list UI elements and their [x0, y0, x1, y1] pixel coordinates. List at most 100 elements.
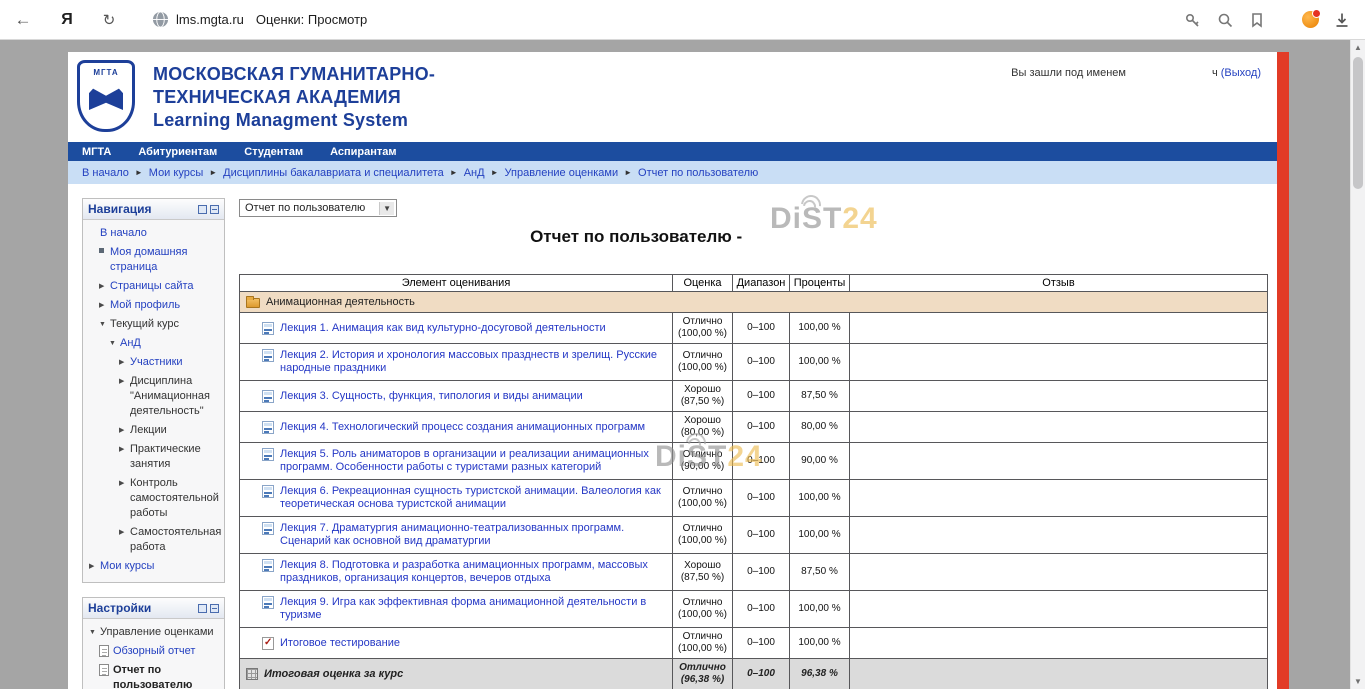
sidebar-link[interactable]: Страницы сайта: [110, 279, 194, 294]
download-icon[interactable]: [1333, 11, 1351, 29]
chevron-down-icon[interactable]: [99, 317, 110, 332]
navbar-item-abiturientam[interactable]: Абитуриентам: [138, 146, 217, 158]
sidebar-item-practical[interactable]: Практические занятия: [86, 440, 221, 474]
browser-chrome: ← Я ↻ lms.mgta.ru Оценки: Просмотр: [0, 0, 1365, 40]
sidebar-link[interactable]: Мой профиль: [110, 298, 180, 313]
scroll-down-icon[interactable]: ▼: [1351, 674, 1365, 689]
range-cell: 0–100: [733, 591, 790, 628]
grade-item-link[interactable]: Итоговое тестирование: [280, 637, 400, 650]
logout-link[interactable]: (Выход): [1221, 67, 1261, 79]
breadcrumb-grade-admin[interactable]: Управление оценками: [505, 167, 619, 179]
sidebar-link[interactable]: АнД: [120, 336, 141, 351]
lesson-icon: [262, 349, 274, 362]
sidebar-item-current-course[interactable]: Текущий курс: [86, 315, 221, 334]
report-icon: [99, 664, 109, 676]
chevron-right-icon[interactable]: [119, 374, 130, 389]
scrollbar-thumb[interactable]: [1353, 57, 1363, 189]
percent-cell: 100,00 %: [790, 480, 850, 517]
chevron-right-icon[interactable]: [99, 298, 110, 313]
navbar-item-mgta[interactable]: МГТА: [82, 146, 111, 158]
sidebar-link[interactable]: Моя домашняя страница: [110, 245, 221, 275]
navbar-item-aspirantam[interactable]: Аспирантам: [330, 146, 396, 158]
grade-item-link[interactable]: Лекция 7. Драматургия анимационно-театра…: [280, 522, 668, 548]
sidebar-link[interactable]: Участники: [130, 355, 183, 370]
chevron-right-icon[interactable]: [119, 355, 130, 370]
sidebar-text: Лекции: [130, 423, 167, 438]
chevron-right-icon[interactable]: [119, 525, 130, 540]
breadcrumb-home[interactable]: В начало: [82, 167, 129, 179]
grade-item-link[interactable]: Лекция 5. Роль аниматоров в организации …: [280, 448, 668, 474]
yandex-browser-icon[interactable]: Я: [52, 11, 82, 29]
address-page-title[interactable]: Оценки: Просмотр: [256, 12, 367, 27]
lesson-icon: [262, 485, 274, 498]
breadcrumb-disciplines[interactable]: Дисциплины бакалавриата и специалитета: [223, 167, 444, 179]
sidebar-link[interactable]: Мои курсы: [100, 559, 154, 574]
window-scrollbar[interactable]: ▲ ▼: [1350, 40, 1365, 689]
navigation-block: Навигация В начало Моя домашняя страница…: [82, 198, 225, 583]
breadcrumb-separator-icon: ►: [450, 168, 458, 177]
report-type-select[interactable]: Отчет по пользователю ▼: [239, 199, 397, 217]
chevron-down-icon[interactable]: [89, 625, 100, 640]
grade-item-link[interactable]: Лекция 1. Анимация как вид культурно-дос…: [280, 322, 606, 335]
sidebar-item-lectures[interactable]: Лекции: [86, 421, 221, 440]
percent-cell: 100,00 %: [790, 517, 850, 554]
sidebar-item-participants[interactable]: Участники: [86, 353, 221, 372]
sidebar-item-selfwork[interactable]: Самостоятельная работа: [86, 523, 221, 557]
sidebar-link[interactable]: В начало: [100, 226, 147, 241]
grade-item-link[interactable]: Лекция 4. Технологический процесс создан…: [280, 421, 645, 434]
sidebar-item-and-course[interactable]: АнД: [86, 334, 221, 353]
dock-block-icon[interactable]: [198, 205, 207, 214]
grade-row: Лекция 7. Драматургия анимационно-театра…: [240, 517, 1268, 554]
sidebar-text: Контроль самостоятельной работы: [130, 476, 221, 521]
grade-item-link[interactable]: Лекция 6. Рекреационная сущность туристс…: [280, 485, 668, 511]
chevron-right-icon[interactable]: [119, 442, 130, 457]
sidebar-item-my-courses[interactable]: Мои курсы: [86, 557, 221, 576]
breadcrumb-course[interactable]: АнД: [464, 167, 485, 179]
grade-item-link[interactable]: Лекция 8. Подготовка и разработка анимац…: [280, 559, 668, 585]
sidebar-item-my-profile[interactable]: Мой профиль: [86, 296, 221, 315]
reload-button[interactable]: ↻: [92, 11, 126, 29]
percent-cell: 100,00 %: [790, 344, 850, 381]
sidebar-item-my-home[interactable]: Моя домашняя страница: [86, 243, 221, 277]
feedback-cell: [850, 480, 1268, 517]
bookmark-flag-icon[interactable]: [1248, 11, 1266, 29]
extension-notification-icon[interactable]: [1302, 11, 1319, 28]
sidebar-link[interactable]: Обзорный отчет: [113, 644, 195, 659]
sidebar-text: Текущий курс: [110, 317, 179, 332]
navbar-item-studentam[interactable]: Студентам: [244, 146, 303, 158]
address-url[interactable]: lms.mgta.ru: [176, 12, 244, 27]
chevron-right-icon[interactable]: [119, 476, 130, 491]
search-icon[interactable]: [1216, 11, 1234, 29]
collapse-block-icon[interactable]: [210, 205, 219, 214]
breadcrumb-separator-icon: ►: [624, 168, 632, 177]
grade-row: Лекция 9. Игра как эффективная форма ани…: [240, 591, 1268, 628]
grade-row: Лекция 5. Роль аниматоров в организации …: [240, 443, 1268, 480]
breadcrumb-my-courses[interactable]: Мои курсы: [149, 167, 203, 179]
sidebar-item-site-pages[interactable]: Страницы сайта: [86, 277, 221, 296]
grade-item-link[interactable]: Лекция 9. Игра как эффективная форма ани…: [280, 596, 668, 622]
settings-item-grade-admin[interactable]: Управление оценками: [86, 623, 221, 642]
sidebar-item-home[interactable]: В начало: [86, 224, 221, 243]
settings-item-user-report[interactable]: Отчет по пользователю: [86, 661, 221, 689]
password-key-icon[interactable]: [1184, 11, 1202, 29]
login-name-tail: ч: [1212, 67, 1218, 79]
breadcrumb-user-report[interactable]: Отчет по пользователю: [638, 167, 758, 179]
dock-block-icon[interactable]: [198, 604, 207, 613]
scroll-up-icon[interactable]: ▲: [1351, 40, 1365, 55]
grade-item-link[interactable]: Лекция 3. Сущность, функция, типология и…: [280, 390, 583, 403]
sidebar-item-selfwork-control[interactable]: Контроль самостоятельной работы: [86, 474, 221, 523]
chevron-down-icon[interactable]: [109, 336, 120, 351]
dropdown-caret-icon[interactable]: ▼: [379, 202, 394, 215]
chevron-right-icon[interactable]: [99, 279, 110, 294]
back-button[interactable]: ←: [6, 10, 40, 30]
sidebar-item-discipline[interactable]: Дисциплина "Анимационная деятельность": [86, 372, 221, 421]
site-title-line2: ТЕХНИЧЕСКАЯ АКАДЕМИЯ: [153, 86, 435, 109]
grade-item-link[interactable]: Лекция 2. История и хронология массовых …: [280, 349, 668, 375]
feedback-cell: [850, 659, 1268, 689]
sidebar-text: Управление оценками: [100, 625, 214, 640]
chevron-right-icon[interactable]: [89, 559, 100, 574]
collapse-block-icon[interactable]: [210, 604, 219, 613]
chevron-right-icon[interactable]: [119, 423, 130, 438]
quiz-icon: [262, 637, 274, 650]
settings-item-overview-report[interactable]: Обзорный отчет: [86, 642, 221, 661]
